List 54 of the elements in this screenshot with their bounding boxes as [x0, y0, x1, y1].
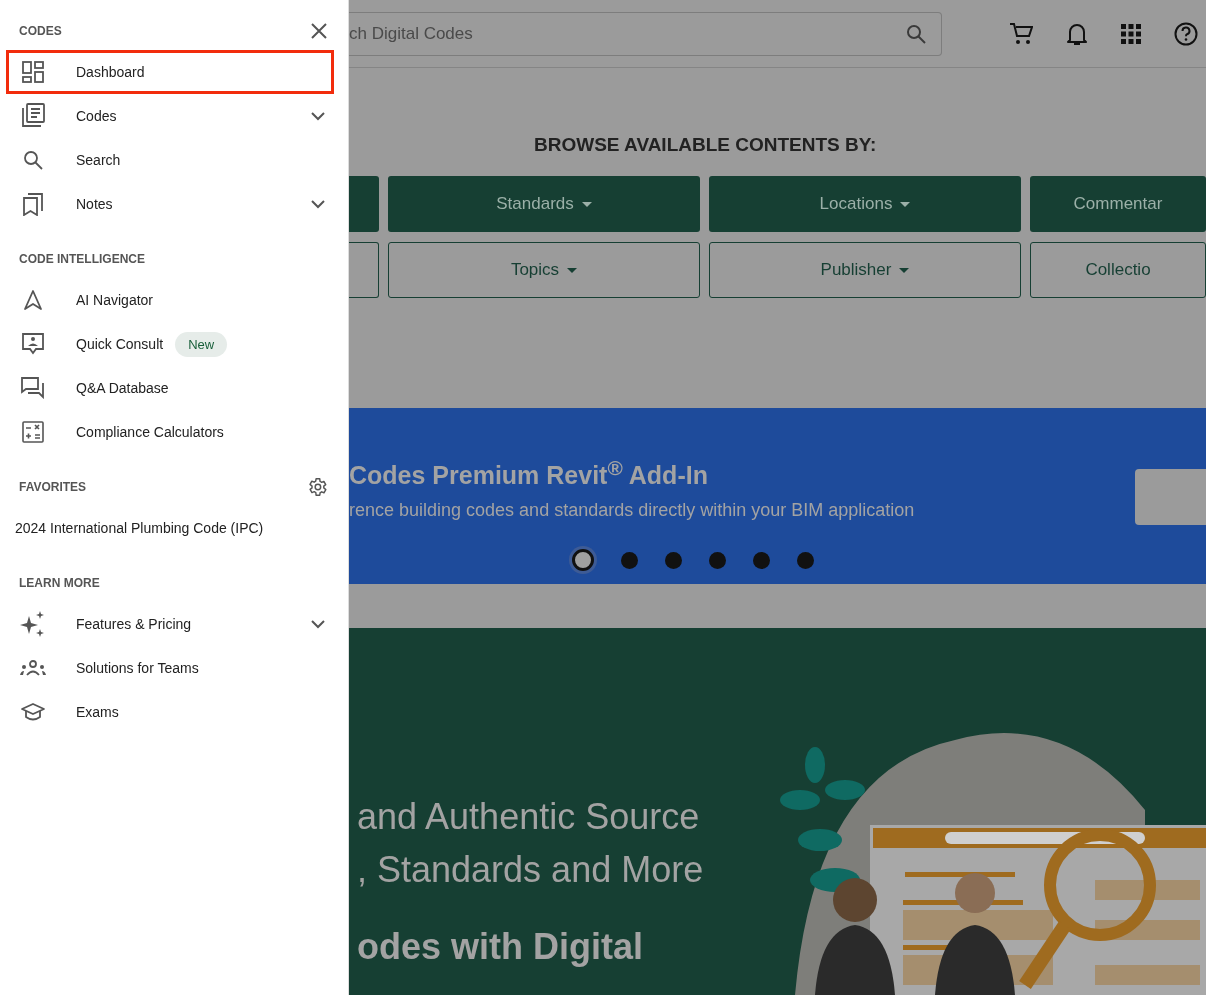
browse-heading: BROWSE AVAILABLE CONTENTS BY: — [534, 134, 878, 156]
section-heading: FAVORITES — [19, 480, 87, 494]
browse-button[interactable]: Topics — [388, 242, 700, 298]
browse-button[interactable]: Standards — [388, 176, 700, 232]
carousel-dot[interactable] — [753, 551, 770, 569]
new-badge: New — [175, 331, 228, 357]
chat-bubbles-icon — [19, 377, 47, 399]
section-heading: CODES — [19, 24, 62, 38]
carousel-dot[interactable] — [709, 551, 726, 569]
browse-button[interactable] — [349, 242, 379, 298]
nav-item[interactable]: Exams — [6, 690, 334, 734]
nav-item[interactable]: Search — [6, 138, 334, 182]
nav-item[interactable]: Codes — [6, 94, 334, 138]
hero-text: , Standards and More — [357, 848, 705, 892]
chat-person-icon — [19, 333, 47, 355]
nav-item[interactable]: 2024 International Plumbing Code (IPC) — [0, 506, 334, 550]
browse-button[interactable]: Publisher — [709, 242, 1021, 298]
section-heading: CODE INTELLIGENCE — [19, 252, 145, 266]
dashboard-icon — [19, 61, 47, 83]
section-heading: LEARN MORE — [19, 576, 100, 590]
help-icon[interactable] — [1174, 21, 1198, 46]
cart-icon[interactable] — [1009, 21, 1033, 46]
nav-item[interactable]: Notes — [6, 182, 334, 226]
close-icon[interactable] — [310, 22, 328, 40]
browse-button[interactable]: Collectio — [1030, 242, 1206, 298]
chevron-down-icon[interactable] — [311, 199, 325, 209]
carousel-dot[interactable] — [572, 549, 594, 572]
hero-text: and Authentic Source — [357, 795, 701, 839]
banner-title: Codes Premium Revit$^{®}$ Add-In — [349, 456, 709, 491]
chevron-down-icon[interactable] — [311, 111, 325, 121]
apps-grid-icon[interactable] — [1121, 23, 1141, 44]
nav-item[interactable]: Q&A Database — [6, 366, 334, 410]
notifications-icon[interactable] — [1066, 21, 1088, 46]
browse-button[interactable]: Commentar — [1030, 176, 1206, 232]
group-icon — [19, 660, 47, 676]
calculator-icon — [19, 421, 47, 443]
search-field[interactable]: ch Digital Codes — [349, 11, 942, 56]
nav-item[interactable]: AI Navigator — [6, 278, 334, 322]
nav-item[interactable]: Quick Consult New — [6, 322, 334, 366]
nav-item[interactable]: Features & Pricing — [6, 602, 334, 646]
search-icon[interactable] — [906, 23, 926, 44]
graduation-cap-icon — [19, 702, 47, 722]
carousel-dot[interactable] — [665, 551, 682, 569]
browse-button[interactable]: Locations — [709, 176, 1021, 232]
carousel-dot[interactable] — [797, 551, 814, 569]
nav-item[interactable]: Compliance Calculators — [6, 410, 334, 454]
hero-heading: odes with Digital — [357, 926, 644, 968]
banner-subtitle: rence building codes and standards directly within your BIM application — [349, 500, 916, 522]
settings-icon[interactable] — [306, 476, 328, 498]
documents-icon — [19, 103, 47, 129]
carousel-dot[interactable] — [621, 551, 638, 569]
nav-item[interactable]: Dashboard — [6, 50, 334, 94]
nav-item[interactable]: Solutions for Teams — [6, 646, 334, 690]
chevron-down-icon[interactable] — [311, 619, 325, 629]
